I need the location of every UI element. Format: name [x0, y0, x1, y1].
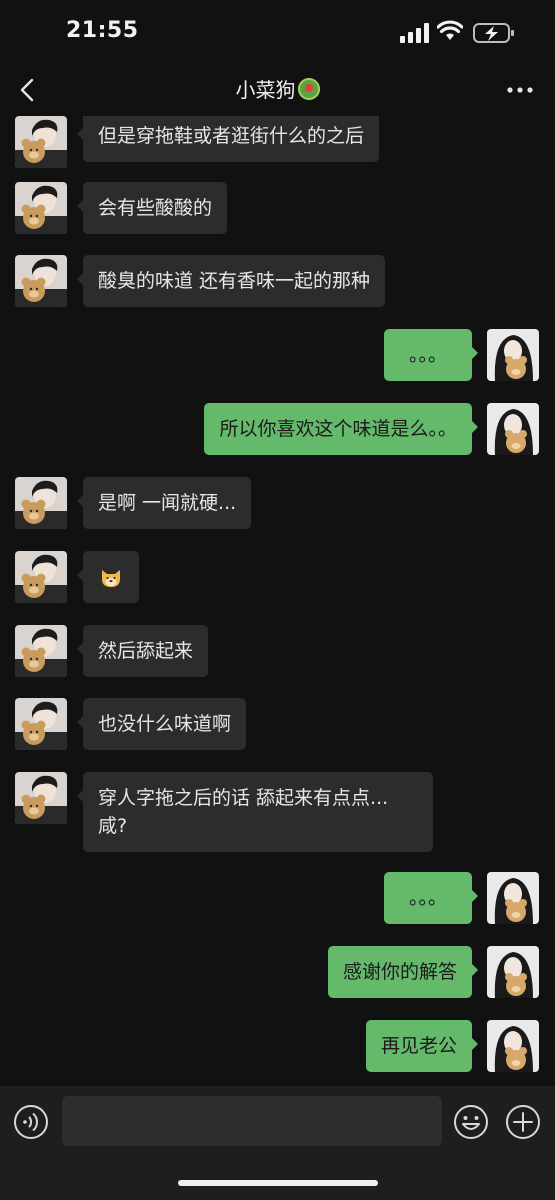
incoming-message-bubble[interactable]: 穿人字拖之后的话 舔起来有点点... 咸?: [77, 772, 433, 852]
status-bar: 21:55: [0, 0, 555, 64]
outgoing-message-bubble[interactable]: 。。。: [384, 872, 478, 924]
outgoing-message-bubble[interactable]: 。。。: [384, 329, 478, 381]
voice-input-icon[interactable]: [13, 1104, 49, 1140]
contact-avatar[interactable]: [15, 255, 67, 307]
message-input[interactable]: [62, 1096, 442, 1146]
incoming-message-bubble[interactable]: 然后舔起来: [76, 625, 209, 677]
incoming-message-bubble[interactable]: 酸臭的味道 还有香味一起的那种: [76, 255, 386, 307]
emoji-icon[interactable]: [453, 1104, 489, 1140]
my-avatar[interactable]: [487, 403, 539, 455]
chat-title: 小菜狗: [235, 78, 296, 102]
incoming-message-bubble[interactable]: 也没什么味道啊: [76, 698, 247, 750]
home-indicator[interactable]: [178, 1180, 378, 1186]
outgoing-message-bubble[interactable]: 感谢你的解答: [327, 946, 479, 998]
dog-face-emoji-icon: [102, 569, 120, 587]
contact-avatar[interactable]: [15, 116, 67, 168]
my-avatar[interactable]: [487, 872, 539, 924]
message-line: 穿人字拖之后的话 舔起来有点点...: [98, 787, 389, 809]
chat-header: 小菜狗: [0, 64, 555, 116]
incoming-sticker-bubble[interactable]: [77, 551, 139, 603]
contact-avatar[interactable]: [15, 182, 67, 234]
battery-charging-icon: [473, 23, 514, 43]
message-line: 咸?: [98, 815, 128, 837]
my-avatar[interactable]: [487, 1020, 539, 1072]
cellular-signal-icon: [400, 23, 429, 43]
incoming-message-bubble[interactable]: 但是穿拖鞋或者逛街什么的之后: [76, 116, 380, 162]
contact-avatar[interactable]: [15, 698, 67, 750]
contact-avatar[interactable]: [15, 625, 67, 677]
outgoing-message-bubble[interactable]: 所以你喜欢这个味道是么。。: [204, 403, 478, 455]
my-avatar[interactable]: [487, 946, 539, 998]
contact-avatar[interactable]: [15, 477, 67, 529]
my-avatar[interactable]: [487, 329, 539, 381]
status-time: 21:55: [66, 18, 139, 43]
incoming-message-bubble[interactable]: 会有些酸酸的: [76, 182, 228, 234]
incoming-message-bubble[interactable]: 是啊 一闻就硬...: [76, 477, 252, 529]
chat-title-wrap: 小菜狗: [0, 74, 555, 103]
contact-avatar[interactable]: [15, 551, 67, 603]
contact-avatar[interactable]: [15, 772, 67, 824]
message-list[interactable]: 但是穿拖鞋或者逛街什么的之后 会有些酸酸的 酸臭的味道 还有香味一起的那种 。。…: [0, 116, 555, 1086]
input-bar: [0, 1086, 555, 1200]
wifi-icon: [437, 20, 463, 40]
more-options-icon[interactable]: [505, 78, 535, 102]
vegetable-plate-emoji-icon: [297, 77, 320, 100]
add-more-icon[interactable]: [505, 1104, 541, 1140]
outgoing-message-bubble[interactable]: 再见老公: [365, 1020, 479, 1072]
